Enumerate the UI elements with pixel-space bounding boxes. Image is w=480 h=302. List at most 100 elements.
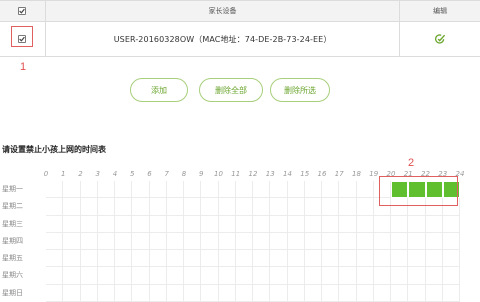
time-slot[interactable] — [184, 250, 202, 268]
time-slot[interactable] — [391, 267, 409, 285]
time-slot[interactable] — [304, 198, 322, 216]
time-slot[interactable] — [253, 250, 271, 268]
time-slot[interactable] — [115, 250, 133, 268]
time-slot[interactable] — [184, 181, 202, 199]
time-slot[interactable] — [80, 215, 98, 233]
time-slot[interactable] — [287, 198, 305, 216]
time-slot[interactable] — [339, 198, 357, 216]
time-slot[interactable] — [235, 232, 253, 251]
time-slot[interactable] — [235, 284, 253, 302]
time-slot[interactable] — [132, 250, 150, 268]
time-slot[interactable] — [253, 215, 271, 233]
time-slot[interactable] — [97, 181, 115, 199]
time-slot[interactable] — [184, 232, 202, 251]
time-slot[interactable] — [132, 267, 150, 285]
time-slot[interactable] — [253, 284, 271, 302]
add-button[interactable]: 添加 — [130, 78, 188, 102]
time-slot[interactable] — [408, 215, 426, 233]
time-slot[interactable] — [356, 284, 374, 302]
time-slot[interactable] — [201, 232, 219, 251]
time-slot[interactable] — [218, 198, 236, 216]
time-slot[interactable] — [80, 198, 98, 216]
time-slot[interactable] — [304, 284, 322, 302]
time-slot[interactable] — [166, 181, 184, 199]
time-slot[interactable] — [373, 232, 391, 251]
delete-all-button[interactable]: 删除全部 — [199, 78, 263, 102]
time-slot[interactable] — [322, 215, 340, 233]
time-slot[interactable] — [201, 267, 219, 285]
time-slot[interactable] — [442, 232, 460, 251]
time-slot[interactable] — [322, 250, 340, 268]
time-slot[interactable] — [80, 284, 98, 302]
time-slot[interactable] — [253, 181, 271, 199]
time-slot[interactable] — [270, 198, 288, 216]
time-slot[interactable] — [373, 284, 391, 302]
time-slot[interactable] — [132, 215, 150, 233]
time-slot[interactable] — [304, 267, 322, 285]
time-slot[interactable] — [132, 232, 150, 251]
time-slot[interactable] — [391, 232, 409, 251]
time-slot[interactable] — [63, 267, 81, 285]
time-slot[interactable] — [235, 267, 253, 285]
time-slot[interactable] — [356, 267, 374, 285]
time-slot[interactable] — [339, 284, 357, 302]
time-slot[interactable] — [184, 215, 202, 233]
delete-selected-button[interactable]: 删除所选 — [270, 78, 330, 102]
time-slot[interactable] — [270, 250, 288, 268]
time-slot[interactable] — [218, 267, 236, 285]
time-slot[interactable] — [287, 267, 305, 285]
time-slot[interactable] — [149, 284, 167, 302]
time-slot[interactable] — [235, 198, 253, 216]
time-slot[interactable] — [63, 250, 81, 268]
time-slot[interactable] — [391, 284, 409, 302]
time-slot[interactable] — [201, 181, 219, 199]
time-slot[interactable] — [46, 215, 64, 233]
time-slot[interactable] — [97, 267, 115, 285]
time-slot[interactable] — [270, 181, 288, 199]
time-slot[interactable] — [149, 181, 167, 199]
time-slot[interactable] — [442, 284, 460, 302]
time-slot[interactable] — [322, 198, 340, 216]
time-slot[interactable] — [80, 250, 98, 268]
time-slot[interactable] — [339, 215, 357, 233]
time-slot[interactable] — [46, 250, 64, 268]
time-slot[interactable] — [322, 284, 340, 302]
time-slot[interactable] — [270, 267, 288, 285]
time-slot[interactable] — [149, 232, 167, 251]
time-slot[interactable] — [63, 215, 81, 233]
time-slot[interactable] — [235, 250, 253, 268]
time-slot[interactable] — [201, 198, 219, 216]
time-slot[interactable] — [356, 198, 374, 216]
time-slot[interactable] — [425, 284, 443, 302]
time-slot[interactable] — [356, 232, 374, 251]
time-slot[interactable] — [442, 267, 460, 285]
select-all-checkbox[interactable] — [18, 7, 27, 15]
time-slot[interactable] — [63, 198, 81, 216]
time-slot[interactable] — [201, 250, 219, 268]
time-slot[interactable] — [304, 232, 322, 251]
time-slot[interactable] — [132, 198, 150, 216]
time-slot[interactable] — [287, 232, 305, 251]
time-slot[interactable] — [218, 284, 236, 302]
time-slot[interactable] — [322, 181, 340, 199]
time-slot[interactable] — [184, 267, 202, 285]
time-slot[interactable] — [115, 181, 133, 199]
time-slot[interactable] — [97, 198, 115, 216]
time-slot[interactable] — [287, 284, 305, 302]
time-slot[interactable] — [97, 250, 115, 268]
time-slot[interactable] — [218, 250, 236, 268]
time-slot[interactable] — [46, 232, 64, 251]
time-slot[interactable] — [322, 232, 340, 251]
time-slot[interactable] — [80, 267, 98, 285]
time-slot[interactable] — [166, 284, 184, 302]
time-slot[interactable] — [408, 284, 426, 302]
time-slot[interactable] — [322, 267, 340, 285]
time-slot[interactable] — [46, 198, 64, 216]
time-slot[interactable] — [235, 181, 253, 199]
time-slot[interactable] — [442, 250, 460, 268]
time-slot[interactable] — [63, 232, 81, 251]
time-slot[interactable] — [80, 181, 98, 199]
time-slot[interactable] — [115, 267, 133, 285]
time-slot[interactable] — [391, 250, 409, 268]
time-slot[interactable] — [184, 198, 202, 216]
